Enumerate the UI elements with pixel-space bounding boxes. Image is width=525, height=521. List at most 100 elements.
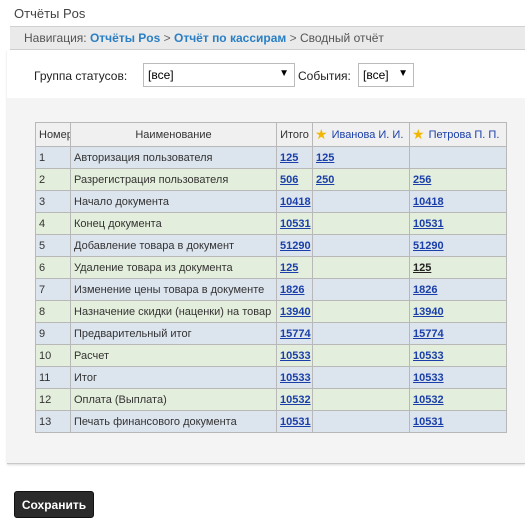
- cell-name: Предварительный итог: [70, 322, 277, 345]
- cell-name: Расчет: [70, 344, 277, 367]
- cell-total: 51290: [276, 234, 313, 257]
- cell-name: Удаление товара из документа: [70, 256, 277, 279]
- cell-total: 506: [276, 168, 313, 191]
- cell-name: Печать финансового документа: [70, 410, 277, 433]
- table-row: 9 Предварительный итог 15774 15774: [35, 322, 507, 345]
- value-link[interactable]: 506: [280, 174, 298, 186]
- col-header-number: Номер: [35, 122, 71, 147]
- events-label: События:: [298, 69, 351, 83]
- table-header-row: Номер Наименование Итого ★ Иванова И. И. …: [35, 122, 507, 147]
- value-link[interactable]: 13940: [280, 306, 311, 318]
- value-link[interactable]: 10531: [413, 416, 444, 428]
- cell-total: 125: [276, 256, 313, 279]
- cell-number: 4: [35, 212, 71, 235]
- table-row: 5 Добавление товара в документ 51290 51290: [35, 234, 507, 257]
- value-link[interactable]: 51290: [280, 240, 311, 252]
- cell-number: 11: [35, 366, 71, 389]
- cell-cashier-1: [312, 212, 410, 235]
- value-link[interactable]: 10418: [280, 196, 311, 208]
- cell-number: 6: [35, 256, 71, 279]
- cell-name: Оплата (Выплата): [70, 388, 277, 411]
- value-link[interactable]: 10533: [413, 372, 444, 384]
- cell-cashier-2: 10418: [409, 190, 507, 213]
- cell-cashier-1: [312, 190, 410, 213]
- cell-cashier-2: 15774: [409, 322, 507, 345]
- value-link[interactable]: 10533: [280, 372, 311, 384]
- cell-cashier-1: [312, 410, 410, 433]
- value-link[interactable]: 15774: [413, 328, 444, 340]
- cell-cashier-2: 10531: [409, 212, 507, 235]
- cell-number: 2: [35, 168, 71, 191]
- cell-cashier-2: 10531: [409, 410, 507, 433]
- cell-cashier-1: 125: [312, 146, 410, 169]
- value-link[interactable]: 10533: [413, 350, 444, 362]
- table-row: 10 Расчет 10533 10533: [35, 344, 507, 367]
- table-row: 7 Изменение цены товара в документе 1826 18…: [35, 278, 507, 301]
- value-link[interactable]: 125: [316, 152, 334, 164]
- cell-name: Авторизация пользователя: [70, 146, 277, 169]
- save-button[interactable]: Сохранить: [14, 491, 94, 518]
- cell-number: 13: [35, 410, 71, 433]
- value-link[interactable]: 10531: [280, 416, 311, 428]
- cell-total: 10533: [276, 344, 313, 367]
- value-link[interactable]: 10533: [280, 350, 311, 362]
- status-group-label: Группа статусов:: [34, 69, 128, 83]
- breadcrumb-link-cashier-report[interactable]: Отчёт по кассирам: [174, 31, 286, 45]
- table-row: 13 Печать финансового документа 10531 10531: [35, 410, 507, 433]
- cell-total: 15774: [276, 322, 313, 345]
- value-link[interactable]: 10531: [413, 218, 444, 230]
- table-row: 1 Авторизация пользователя 125 125: [35, 146, 507, 169]
- cell-total: 10533: [276, 366, 313, 389]
- value-link[interactable]: 13940: [413, 306, 444, 318]
- cell-name: Итог: [70, 366, 277, 389]
- col-header-cashier-2[interactable]: ★ Петрова П. П.: [409, 122, 507, 147]
- table-row: 12 Оплата (Выплата) 10532 10532: [35, 388, 507, 411]
- col-header-total: Итого: [276, 122, 313, 147]
- cell-total: 10532: [276, 388, 313, 411]
- breadcrumb-separator: >: [163, 31, 171, 45]
- value-link[interactable]: 1826: [413, 284, 437, 296]
- breadcrumb-separator: >: [289, 31, 297, 45]
- cell-number: 12: [35, 388, 71, 411]
- value-link[interactable]: 1826: [280, 284, 304, 296]
- value-link[interactable]: 10531: [280, 218, 311, 230]
- breadcrumb-current: Сводный отчёт: [299, 31, 384, 45]
- cell-cashier-2: 10533: [409, 366, 507, 389]
- summary-table: Номер Наименование Итого ★ Иванова И. И. …: [35, 122, 507, 433]
- cell-name: Разрегистрация пользователя: [70, 168, 277, 191]
- value-link[interactable]: 125: [280, 262, 298, 274]
- value-link[interactable]: 10532: [413, 394, 444, 406]
- events-select[interactable]: [все] ▼: [358, 63, 414, 87]
- star-icon: ★: [315, 126, 328, 142]
- cell-cashier-2: 51290: [409, 234, 507, 257]
- table-row: 3 Начало документа 10418 10418: [35, 190, 507, 213]
- value-link[interactable]: 10418: [413, 196, 444, 208]
- value-link[interactable]: 125: [413, 262, 431, 274]
- value-link[interactable]: 10532: [280, 394, 311, 406]
- cell-cashier-1: [312, 234, 410, 257]
- cell-number: 3: [35, 190, 71, 213]
- value-link[interactable]: 125: [280, 152, 298, 164]
- cell-number: 9: [35, 322, 71, 345]
- table-row: 8 Назначение скидки (наценки) на товар 139…: [35, 300, 507, 323]
- cell-cashier-2: 125: [409, 256, 507, 279]
- cell-cashier-2: 10532: [409, 388, 507, 411]
- breadcrumb-link-pos-reports[interactable]: Отчёты Pos: [90, 31, 160, 45]
- cell-cashier-2: 256: [409, 168, 507, 191]
- cell-cashier-2: 1826: [409, 278, 507, 301]
- status-group-select[interactable]: [все] ▼: [143, 63, 295, 87]
- cell-name: Начало документа: [70, 190, 277, 213]
- cell-total: 13940: [276, 300, 313, 323]
- cell-number: 5: [35, 234, 71, 257]
- window-title: Отчёты Pos: [14, 6, 86, 21]
- cell-number: 8: [35, 300, 71, 323]
- events-value: [все]: [363, 68, 389, 82]
- value-link[interactable]: 256: [413, 174, 431, 186]
- chevron-down-icon: ▼: [279, 68, 289, 79]
- value-link[interactable]: 15774: [280, 328, 311, 340]
- value-link[interactable]: 250: [316, 174, 334, 186]
- value-link[interactable]: 51290: [413, 240, 444, 252]
- col-header-name: Наименование: [70, 122, 277, 147]
- table-row: 4 Конец документа 10531 10531: [35, 212, 507, 235]
- col-header-cashier-1[interactable]: ★ Иванова И. И.: [312, 122, 410, 147]
